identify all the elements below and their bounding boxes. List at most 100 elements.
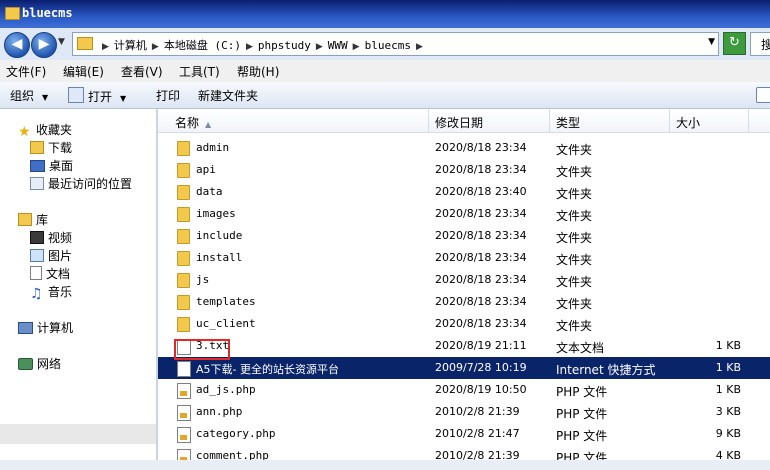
file-row[interactable]: ann.php 2010/2/8 21:39 PHP 文件 3 KB: [158, 401, 770, 423]
breadcrumb-www[interactable]: WWW: [328, 39, 348, 52]
column-divider[interactable]: [549, 109, 550, 132]
command-bar: 组织 ▼ 打开 ▼ 打印 新建文件夹: [0, 82, 770, 109]
file-date: 2020/8/18 23:34: [435, 207, 527, 220]
breadcrumb-bluecms[interactable]: bluecms: [365, 39, 411, 52]
forward-button[interactable]: ▶: [31, 32, 57, 58]
file-name: templates: [196, 295, 256, 308]
file-row[interactable]: data 2020/8/18 23:40 文件夹: [158, 181, 770, 203]
organize-button[interactable]: 组织 ▼: [10, 87, 48, 104]
column-divider[interactable]: [428, 109, 429, 132]
folder-icon: [177, 229, 190, 244]
file-date: 2020/8/18 23:34: [435, 273, 527, 286]
file-date: 2020/8/18 23:40: [435, 185, 527, 198]
documents-icon: [30, 266, 42, 280]
menu-edit[interactable]: 编辑(E): [63, 63, 104, 80]
file-row[interactable]: templates 2020/8/18 23:34 文件夹: [158, 291, 770, 313]
address-bar[interactable]: ▶ 计算机 ▶ 本地磁盘 (C:) ▶ phpstudy ▶ WWW ▶ bluecms ▶ ▼: [72, 32, 719, 56]
print-button[interactable]: 打印: [156, 87, 180, 104]
nav-desktop[interactable]: 桌面: [30, 157, 73, 174]
column-name[interactable]: 名称 ▲: [175, 114, 211, 131]
nav-computer[interactable]: 计算机: [18, 319, 73, 336]
horizontal-scrollbar[interactable]: [0, 460, 770, 470]
menu-file[interactable]: 文件(F): [6, 63, 46, 80]
nav-computer-label: 计算机: [37, 321, 74, 335]
computer-icon: [18, 322, 33, 334]
chevron-right-icon[interactable]: ▶: [353, 42, 360, 52]
title-bar: bluecms: [0, 0, 770, 28]
chevron-right-icon[interactable]: ▶: [416, 42, 423, 52]
address-dropdown-icon[interactable]: ▼: [708, 37, 715, 47]
help-icon[interactable]: [756, 87, 770, 103]
file-row[interactable]: ad_js.php 2020/8/19 10:50 PHP 文件 1 KB: [158, 379, 770, 401]
recent-pages-dropdown-icon[interactable]: ▼: [58, 37, 65, 47]
php-file-icon: [177, 383, 191, 399]
nav-selected-background: [0, 424, 156, 444]
file-row[interactable]: api 2020/8/18 23:34 文件夹: [158, 159, 770, 181]
file-name: images: [196, 207, 236, 220]
nav-downloads[interactable]: 下载: [30, 139, 72, 156]
breadcrumb-computer[interactable]: 计算机: [114, 39, 147, 52]
chevron-down-icon: ▼: [42, 93, 49, 102]
folder-icon: [177, 295, 190, 310]
folder-icon: [77, 37, 93, 50]
file-type: 文件夹: [556, 187, 593, 201]
column-divider[interactable]: [748, 109, 749, 132]
file-name: A5下载- 更全的站长资源平台: [196, 363, 339, 376]
file-row[interactable]: 3.txt 2020/8/19 21:11 文本文档 1 KB: [158, 335, 770, 357]
back-button[interactable]: ◀: [4, 32, 30, 58]
window-title: bluecms: [22, 6, 73, 20]
column-type[interactable]: 类型: [556, 114, 580, 131]
nav-downloads-label: 下载: [48, 141, 73, 155]
nav-desktop-label: 桌面: [49, 159, 74, 173]
column-modified[interactable]: 修改日期: [435, 114, 483, 131]
nav-documents[interactable]: 文档: [30, 265, 70, 282]
menu-tools[interactable]: 工具(T): [179, 63, 220, 80]
column-size[interactable]: 大小: [676, 114, 700, 131]
file-row[interactable]: include 2020/8/18 23:34 文件夹: [158, 225, 770, 247]
menu-help[interactable]: 帮助(H): [237, 63, 279, 80]
downloads-icon: [30, 141, 44, 154]
file-date: 2020/8/19 21:11: [435, 339, 527, 352]
file-name: admin: [196, 141, 230, 154]
chevron-right-icon[interactable]: ▶: [102, 42, 109, 52]
column-divider[interactable]: [669, 109, 670, 132]
nav-videos[interactable]: 视频: [30, 229, 72, 246]
chevron-right-icon[interactable]: ▶: [316, 42, 323, 52]
nav-network[interactable]: 网络: [18, 355, 61, 372]
file-row[interactable]: install 2020/8/18 23:34 文件夹: [158, 247, 770, 269]
file-row[interactable]: A5下载- 更全的站长资源平台 2009/7/28 10:19 Internet 快…: [158, 357, 770, 379]
open-button[interactable]: 打开 ▼: [68, 87, 126, 105]
php-file-icon: [177, 427, 191, 443]
nav-favorites[interactable]: ★ 收藏夹: [18, 121, 72, 139]
library-icon: [18, 213, 32, 226]
nav-music[interactable]: ♫ 音乐: [30, 283, 72, 301]
nav-libraries[interactable]: 库: [18, 211, 48, 228]
file-date: 2020/8/18 23:34: [435, 141, 527, 154]
file-size: 3 KB: [715, 405, 741, 418]
chevron-right-icon[interactable]: ▶: [152, 42, 159, 52]
file-row[interactable]: category.php 2010/2/8 21:47 PHP 文件 9 KB: [158, 423, 770, 445]
pictures-icon: [30, 249, 44, 262]
chevron-right-icon[interactable]: ▶: [246, 42, 253, 52]
file-list: 名称 ▲ 修改日期 类型 大小 admin 2020/8/18 23:34 文件夹 ap…: [158, 109, 770, 470]
nav-pictures[interactable]: 图片: [30, 247, 72, 264]
file-type: 文件夹: [556, 143, 593, 157]
breadcrumb-local-disk[interactable]: 本地磁盘 (C:): [164, 39, 241, 52]
desktop-icon: [30, 160, 45, 172]
address-row: ◀ ▶ ▼ ▶ 计算机 ▶ 本地磁盘 (C:) ▶ phpstudy ▶ WWW ▶ bluecm…: [0, 28, 770, 60]
file-row[interactable]: images 2020/8/18 23:34 文件夹: [158, 203, 770, 225]
nav-recent-places[interactable]: 最近访问的位置: [30, 175, 132, 192]
search-input[interactable]: 搜: [750, 32, 770, 56]
breadcrumb-phpstudy[interactable]: phpstudy: [258, 39, 311, 52]
file-type: Internet 快捷方式: [556, 363, 656, 377]
sort-ascending-icon: ▲: [205, 120, 212, 129]
folder-icon: [177, 163, 190, 178]
file-row[interactable]: js 2020/8/18 23:34 文件夹: [158, 269, 770, 291]
new-folder-button[interactable]: 新建文件夹: [198, 87, 258, 104]
refresh-button[interactable]: ↻: [723, 32, 746, 55]
file-row[interactable]: admin 2020/8/18 23:34 文件夹: [158, 137, 770, 159]
column-name-label: 名称: [175, 116, 200, 130]
column-header: 名称 ▲ 修改日期 类型 大小: [158, 109, 770, 133]
file-row[interactable]: uc_client 2020/8/18 23:34 文件夹: [158, 313, 770, 335]
menu-view[interactable]: 查看(V): [121, 63, 163, 80]
